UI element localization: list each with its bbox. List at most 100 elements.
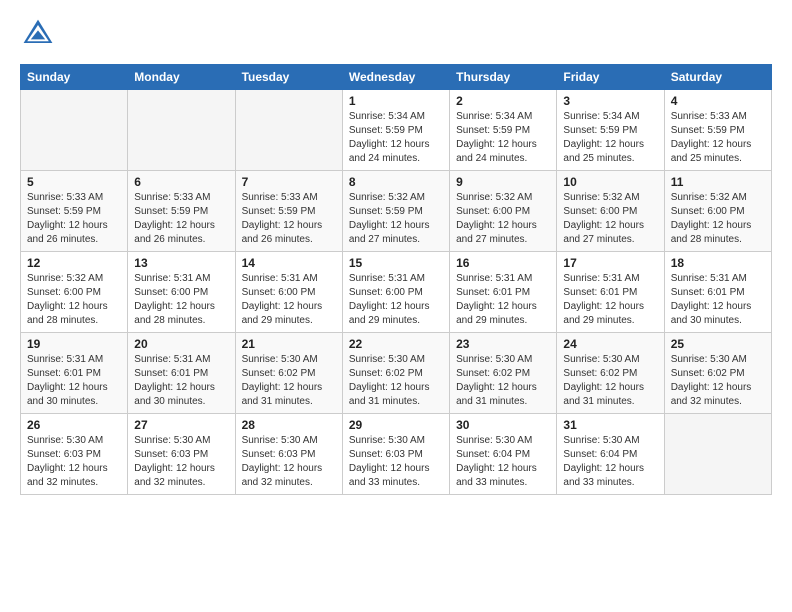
day-info: Sunrise: 5:34 AM Sunset: 5:59 PM Dayligh…	[456, 110, 550, 166]
day-number: 23	[456, 337, 550, 351]
day-info: Sunrise: 5:33 AM Sunset: 5:59 PM Dayligh…	[134, 191, 228, 247]
calendar-empty-cell	[21, 90, 128, 171]
day-info: Sunrise: 5:32 AM Sunset: 6:00 PM Dayligh…	[456, 191, 550, 247]
day-number: 10	[563, 175, 657, 189]
day-number: 16	[456, 256, 550, 270]
day-number: 24	[563, 337, 657, 351]
day-number: 11	[671, 175, 765, 189]
day-number: 22	[349, 337, 443, 351]
day-info: Sunrise: 5:32 AM Sunset: 6:00 PM Dayligh…	[671, 191, 765, 247]
day-info: Sunrise: 5:31 AM Sunset: 6:01 PM Dayligh…	[134, 353, 228, 409]
calendar-day-cell: 5 Sunrise: 5:33 AM Sunset: 5:59 PM Daylig…	[21, 171, 128, 252]
day-info: Sunrise: 5:30 AM Sunset: 6:02 PM Dayligh…	[349, 353, 443, 409]
day-info: Sunrise: 5:33 AM Sunset: 5:59 PM Dayligh…	[242, 191, 336, 247]
day-header-sunday: Sunday	[21, 65, 128, 90]
day-info: Sunrise: 5:31 AM Sunset: 6:00 PM Dayligh…	[134, 272, 228, 328]
calendar-day-cell: 10 Sunrise: 5:32 AM Sunset: 6:00 PM Dayli…	[557, 171, 664, 252]
calendar-day-cell: 31Sunrise: 5:30 AM Sunset: 6:04 PM Dayli…	[557, 414, 664, 495]
day-number: 14	[242, 256, 336, 270]
calendar-table: SundayMondayTuesdayWednesdayThursdayFrid…	[20, 64, 772, 495]
page: SundayMondayTuesdayWednesdayThursdayFrid…	[0, 0, 792, 511]
day-number: 27	[134, 418, 228, 432]
day-header-wednesday: Wednesday	[342, 65, 449, 90]
day-info: Sunrise: 5:30 AM Sunset: 6:02 PM Dayligh…	[242, 353, 336, 409]
day-number: 17	[563, 256, 657, 270]
calendar-day-cell: 27 Sunrise: 5:30 AM Sunset: 6:03 PM Dayli…	[128, 414, 235, 495]
day-number: 5	[27, 175, 121, 189]
day-number: 6	[134, 175, 228, 189]
calendar-week-row: 26 Sunrise: 5:30 AM Sunset: 6:03 PM Dayli…	[21, 414, 772, 495]
day-info: Sunrise: 5:31 AM Sunset: 6:00 PM Dayligh…	[349, 272, 443, 328]
calendar-day-cell: 18 Sunrise: 5:31 AM Sunset: 6:01 PM Dayli…	[664, 252, 771, 333]
day-info: Sunrise: 5:34 AM Sunset: 5:59 PM Dayligh…	[349, 110, 443, 166]
day-number: 19	[27, 337, 121, 351]
day-info: Sunrise: 5:30 AM Sunset: 6:04 PM Dayligh…	[563, 434, 657, 490]
day-info: Sunrise: 5:32 AM Sunset: 6:00 PM Dayligh…	[27, 272, 121, 328]
calendar-day-cell: 16Sunrise: 5:31 AM Sunset: 6:01 PM Dayli…	[450, 252, 557, 333]
day-number: 7	[242, 175, 336, 189]
day-number: 26	[27, 418, 121, 432]
calendar-week-row: 12 Sunrise: 5:32 AM Sunset: 6:00 PM Dayli…	[21, 252, 772, 333]
day-info: Sunrise: 5:32 AM Sunset: 5:59 PM Dayligh…	[349, 191, 443, 247]
calendar-day-cell: 28 Sunrise: 5:30 AM Sunset: 6:03 PM Dayli…	[235, 414, 342, 495]
calendar-day-cell: 4Sunrise: 5:33 AM Sunset: 5:59 PM Daylig…	[664, 90, 771, 171]
day-number: 12	[27, 256, 121, 270]
day-header-monday: Monday	[128, 65, 235, 90]
calendar-empty-cell	[235, 90, 342, 171]
calendar-day-cell: 8 Sunrise: 5:32 AM Sunset: 5:59 PM Daylig…	[342, 171, 449, 252]
day-number: 9	[456, 175, 550, 189]
calendar-empty-cell	[664, 414, 771, 495]
calendar-day-cell: 14 Sunrise: 5:31 AM Sunset: 6:00 PM Dayli…	[235, 252, 342, 333]
day-number: 20	[134, 337, 228, 351]
day-number: 3	[563, 94, 657, 108]
day-info: Sunrise: 5:32 AM Sunset: 6:00 PM Dayligh…	[563, 191, 657, 247]
day-number: 1	[349, 94, 443, 108]
calendar-day-cell: 22 Sunrise: 5:30 AM Sunset: 6:02 PM Dayli…	[342, 333, 449, 414]
day-info: Sunrise: 5:30 AM Sunset: 6:02 PM Dayligh…	[671, 353, 765, 409]
day-number: 13	[134, 256, 228, 270]
day-number: 29	[349, 418, 443, 432]
day-info: Sunrise: 5:30 AM Sunset: 6:03 PM Dayligh…	[349, 434, 443, 490]
calendar-week-row: 5 Sunrise: 5:33 AM Sunset: 5:59 PM Daylig…	[21, 171, 772, 252]
calendar-day-cell: 17 Sunrise: 5:31 AM Sunset: 6:01 PM Dayli…	[557, 252, 664, 333]
calendar-day-cell: 9 Sunrise: 5:32 AM Sunset: 6:00 PM Daylig…	[450, 171, 557, 252]
day-info: Sunrise: 5:31 AM Sunset: 6:01 PM Dayligh…	[563, 272, 657, 328]
day-info: Sunrise: 5:30 AM Sunset: 6:03 PM Dayligh…	[242, 434, 336, 490]
calendar-day-cell: 12 Sunrise: 5:32 AM Sunset: 6:00 PM Dayli…	[21, 252, 128, 333]
day-header-friday: Friday	[557, 65, 664, 90]
day-number: 18	[671, 256, 765, 270]
day-header-saturday: Saturday	[664, 65, 771, 90]
day-info: Sunrise: 5:30 AM Sunset: 6:03 PM Dayligh…	[134, 434, 228, 490]
day-info: Sunrise: 5:33 AM Sunset: 5:59 PM Dayligh…	[27, 191, 121, 247]
logo	[20, 16, 58, 52]
day-info: Sunrise: 5:30 AM Sunset: 6:03 PM Dayligh…	[27, 434, 121, 490]
calendar-day-cell: 6 Sunrise: 5:33 AM Sunset: 5:59 PM Daylig…	[128, 171, 235, 252]
calendar-day-cell: 20 Sunrise: 5:31 AM Sunset: 6:01 PM Dayli…	[128, 333, 235, 414]
day-number: 2	[456, 94, 550, 108]
calendar-day-cell: 2 Sunrise: 5:34 AM Sunset: 5:59 PM Daylig…	[450, 90, 557, 171]
calendar-day-cell: 25Sunrise: 5:30 AM Sunset: 6:02 PM Dayli…	[664, 333, 771, 414]
calendar-day-cell: 29 Sunrise: 5:30 AM Sunset: 6:03 PM Dayli…	[342, 414, 449, 495]
day-number: 30	[456, 418, 550, 432]
calendar-day-cell: 30 Sunrise: 5:30 AM Sunset: 6:04 PM Dayli…	[450, 414, 557, 495]
day-number: 28	[242, 418, 336, 432]
day-header-thursday: Thursday	[450, 65, 557, 90]
day-info: Sunrise: 5:31 AM Sunset: 6:01 PM Dayligh…	[671, 272, 765, 328]
calendar-day-cell: 24Sunrise: 5:30 AM Sunset: 6:02 PM Dayli…	[557, 333, 664, 414]
calendar-day-cell: 13 Sunrise: 5:31 AM Sunset: 6:00 PM Dayli…	[128, 252, 235, 333]
calendar-header-row: SundayMondayTuesdayWednesdayThursdayFrid…	[21, 65, 772, 90]
day-info: Sunrise: 5:31 AM Sunset: 6:00 PM Dayligh…	[242, 272, 336, 328]
calendar-day-cell: 15Sunrise: 5:31 AM Sunset: 6:00 PM Dayli…	[342, 252, 449, 333]
calendar-week-row: 1 Sunrise: 5:34 AM Sunset: 5:59 PM Daylig…	[21, 90, 772, 171]
day-info: Sunrise: 5:30 AM Sunset: 6:04 PM Dayligh…	[456, 434, 550, 490]
day-number: 4	[671, 94, 765, 108]
day-header-tuesday: Tuesday	[235, 65, 342, 90]
calendar-day-cell: 3Sunrise: 5:34 AM Sunset: 5:59 PM Daylig…	[557, 90, 664, 171]
calendar-day-cell: 11 Sunrise: 5:32 AM Sunset: 6:00 PM Dayli…	[664, 171, 771, 252]
day-info: Sunrise: 5:30 AM Sunset: 6:02 PM Dayligh…	[456, 353, 550, 409]
calendar-day-cell: 21Sunrise: 5:30 AM Sunset: 6:02 PM Dayli…	[235, 333, 342, 414]
calendar-day-cell: 23 Sunrise: 5:30 AM Sunset: 6:02 PM Dayli…	[450, 333, 557, 414]
calendar-day-cell: 26 Sunrise: 5:30 AM Sunset: 6:03 PM Dayli…	[21, 414, 128, 495]
calendar-week-row: 19 Sunrise: 5:31 AM Sunset: 6:01 PM Dayli…	[21, 333, 772, 414]
day-number: 8	[349, 175, 443, 189]
